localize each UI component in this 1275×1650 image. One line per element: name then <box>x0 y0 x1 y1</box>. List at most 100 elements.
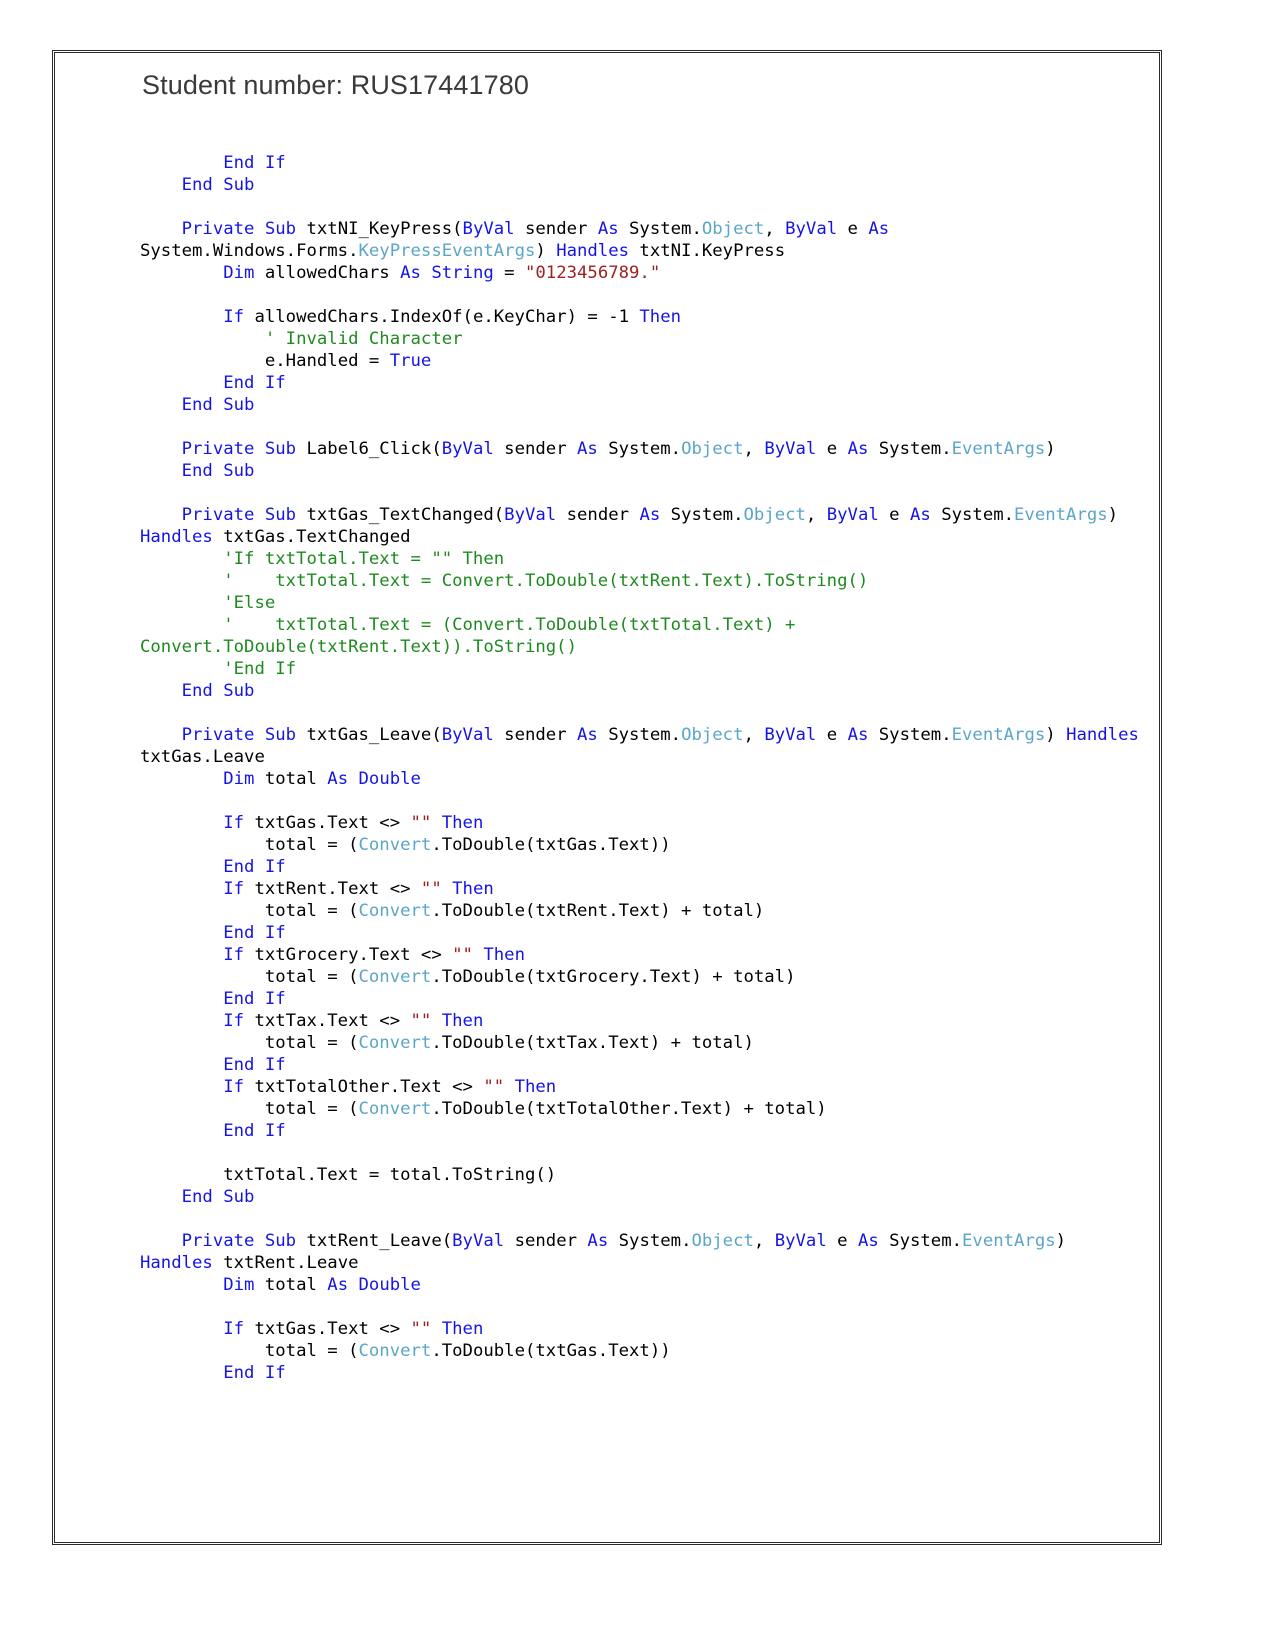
code-token-typ: EventArgs <box>951 725 1046 745</box>
code-token-pln <box>140 307 223 327</box>
code-token-kw: Handles <box>140 527 213 547</box>
code-token-pln: total <box>254 1275 328 1295</box>
code-token-pln: .ToDouble(txtRent.Text) + total) <box>431 901 765 921</box>
code-token-pln <box>140 989 223 1009</box>
code-token-cmt: ' Invalid Character <box>264 329 463 349</box>
code-line: If txtTax.Text <> "" Then <box>140 1010 1140 1032</box>
code-token-pln: System. <box>868 439 952 459</box>
code-token-pln <box>504 1077 514 1097</box>
code-token-pln <box>140 571 223 591</box>
code-token-kw: As <box>577 725 598 745</box>
code-token-pln <box>431 1319 441 1339</box>
code-line: 'End If <box>140 658 1140 680</box>
code-token-pln <box>140 1341 265 1361</box>
code-token-pln: , <box>764 219 786 239</box>
code-token-pln: System. <box>878 1231 963 1251</box>
code-token-cmt: 'If txtTotal.Text = "" Then <box>223 549 505 569</box>
code-token-kw: ByVal <box>764 725 817 745</box>
code-token-kw: End If <box>223 1055 286 1075</box>
code-line: Private Sub txtGas_Leave(ByVal sender As… <box>140 724 1140 768</box>
code-token-typ: Convert <box>358 901 432 921</box>
code-line: ' txtTotal.Text = Convert.ToDouble(txtRe… <box>140 570 1140 592</box>
code-token-kw: End Sub <box>181 461 255 481</box>
code-token-pln <box>140 923 223 943</box>
code-token-str: "" <box>483 1077 505 1097</box>
code-token-pln <box>140 549 223 569</box>
code-token-kw: Private Sub <box>181 439 297 459</box>
code-token-kw: Dim <box>223 263 255 283</box>
code-line: If txtGrocery.Text <> "" Then <box>140 944 1140 966</box>
code-token-pln: txtGas.Text <> <box>244 813 411 833</box>
code-token-kw: Private Sub <box>181 725 297 745</box>
code-token-pln <box>140 681 182 701</box>
code-token-pln <box>140 1363 223 1383</box>
code-token-pln: e <box>837 219 869 239</box>
code-token-pln <box>140 1121 223 1141</box>
code-token-kw: As Double <box>327 1275 421 1295</box>
code-token-pln <box>140 615 223 635</box>
code-token-kw: As <box>639 505 661 525</box>
code-token-kw: If <box>223 879 245 899</box>
code-token-kw: As <box>847 439 869 459</box>
code-token-pln: e <box>826 1231 858 1251</box>
code-token-pln <box>140 1033 265 1053</box>
code-token-pln: txtGrocery.Text <> <box>244 945 453 965</box>
code-token-pln: System. <box>597 725 682 745</box>
document-page: Student number: RUS17441780 End If End S… <box>0 0 1275 1650</box>
code-token-pln <box>431 813 441 833</box>
code-token-pln: total = ( <box>264 1099 359 1119</box>
code-token-pln <box>442 879 452 899</box>
code-line: total = (Convert.ToDouble(txtGas.Text)) <box>140 834 1140 856</box>
code-token-kw: ByVal <box>785 219 838 239</box>
code-token-pln: System. <box>930 505 1015 525</box>
code-token-pln: allowedChars <box>254 263 401 283</box>
code-token-kw: ByVal <box>452 1231 505 1251</box>
code-token-kw: Dim <box>223 769 255 789</box>
code-token-pln: txtTax.Text <> <box>244 1011 411 1031</box>
code-token-pln <box>140 1275 223 1295</box>
code-token-pln <box>140 857 223 877</box>
code-token-kw: ByVal <box>826 505 879 525</box>
code-token-typ: Convert <box>358 1099 432 1119</box>
code-token-str: "" <box>410 813 432 833</box>
code-token-kw: If <box>223 1011 245 1031</box>
code-token-pln <box>140 1011 223 1031</box>
code-line: End If <box>140 856 1140 878</box>
code-token-pln: .ToDouble(txtGas.Text)) <box>431 1341 671 1361</box>
code-line: total = (Convert.ToDouble(txtGas.Text)) <box>140 1340 1140 1362</box>
code-token-kw: End If <box>223 153 286 173</box>
code-line: total = (Convert.ToDouble(txtTotalOther.… <box>140 1098 1140 1120</box>
code-token-pln: total <box>254 769 328 789</box>
code-token-kw: End If <box>223 857 286 877</box>
code-line: If txtTotalOther.Text <> "" Then <box>140 1076 1140 1098</box>
code-token-pln <box>140 901 265 921</box>
code-token-kw: Handles <box>1066 725 1139 745</box>
code-token-kw: Private Sub <box>181 505 297 525</box>
code-line: End Sub <box>140 174 1140 196</box>
code-token-kw: End Sub <box>181 1187 255 1207</box>
code-token-pln: total = ( <box>264 901 359 921</box>
code-token-pln <box>140 1231 182 1251</box>
code-token-pln: System. <box>618 219 702 239</box>
code-token-kw: As <box>587 1231 609 1251</box>
code-token-pln <box>140 945 223 965</box>
code-token-kw: As <box>577 439 598 459</box>
code-line: 'Else <box>140 592 1140 614</box>
code-line: txtTotal.Text = total.ToString() <box>140 1164 1140 1186</box>
code-token-kw: End If <box>223 1121 286 1141</box>
code-token-pln <box>140 329 265 349</box>
code-token-kw: End Sub <box>181 175 255 195</box>
code-token-pln: txtTotal.Text = total.ToString() <box>223 1165 557 1185</box>
code-token-kw: Private Sub <box>181 1231 297 1251</box>
code-token-kw: End If <box>223 373 286 393</box>
code-token-pln: System. <box>597 439 682 459</box>
code-token-pln: .ToDouble(txtGas.Text)) <box>431 835 671 855</box>
code-token-pln: , <box>743 439 765 459</box>
code-line: End If <box>140 372 1140 394</box>
code-token-typ: Convert <box>358 1033 432 1053</box>
code-listing: End If End Sub Private Sub txtNI_KeyPres… <box>140 152 1140 1384</box>
code-token-kw: Then <box>639 307 682 327</box>
